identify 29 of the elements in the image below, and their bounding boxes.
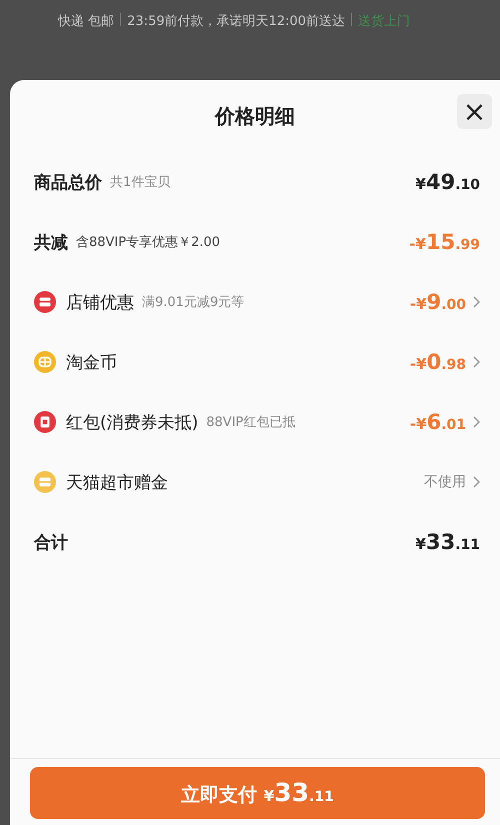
amount: ¥49.10 xyxy=(416,170,480,194)
chevron-right-icon[interactable] xyxy=(472,476,480,488)
row-note: 88VIP红包已抵 xyxy=(206,414,296,431)
row-label: 合计 xyxy=(34,532,68,554)
row-label: 淘金币 xyxy=(66,352,117,374)
amount: -¥6.01 xyxy=(410,410,466,434)
row-note: 满9.01元减9元等 xyxy=(142,294,244,311)
row-note: 共1件宝贝 xyxy=(110,174,170,191)
chevron-right-icon[interactable] xyxy=(472,356,480,368)
amount: -¥0.98 xyxy=(410,350,466,374)
amount: -¥15.99 xyxy=(409,230,480,254)
row-note: 含88VIP专享优惠￥2.00 xyxy=(76,234,220,251)
chevron-right-icon[interactable] xyxy=(472,416,480,428)
gift-card-icon xyxy=(34,471,56,493)
row-label: 红包(消费券未抵) xyxy=(66,412,198,434)
amount: ¥33.11 xyxy=(416,530,480,554)
shop-icon xyxy=(34,291,56,313)
row-label: 共减 xyxy=(34,232,68,254)
coin-icon xyxy=(34,351,56,373)
row-label: 天猫超市赠金 xyxy=(66,472,168,494)
sheet-title: 价格明细 xyxy=(215,102,295,130)
row-label: 商品总价 xyxy=(34,172,102,194)
chevron-right-icon[interactable] xyxy=(472,296,480,308)
close-button[interactable]: × xyxy=(457,94,492,129)
delivery-info: 快递 包邮 23:59前付款，承诺明天12:00前送达 送货上门 xyxy=(58,12,412,31)
row-label: 店铺优惠 xyxy=(66,292,134,314)
amount: -¥9.00 xyxy=(410,290,466,314)
row-value: 不使用 xyxy=(424,473,466,491)
envelope-icon xyxy=(34,411,56,433)
